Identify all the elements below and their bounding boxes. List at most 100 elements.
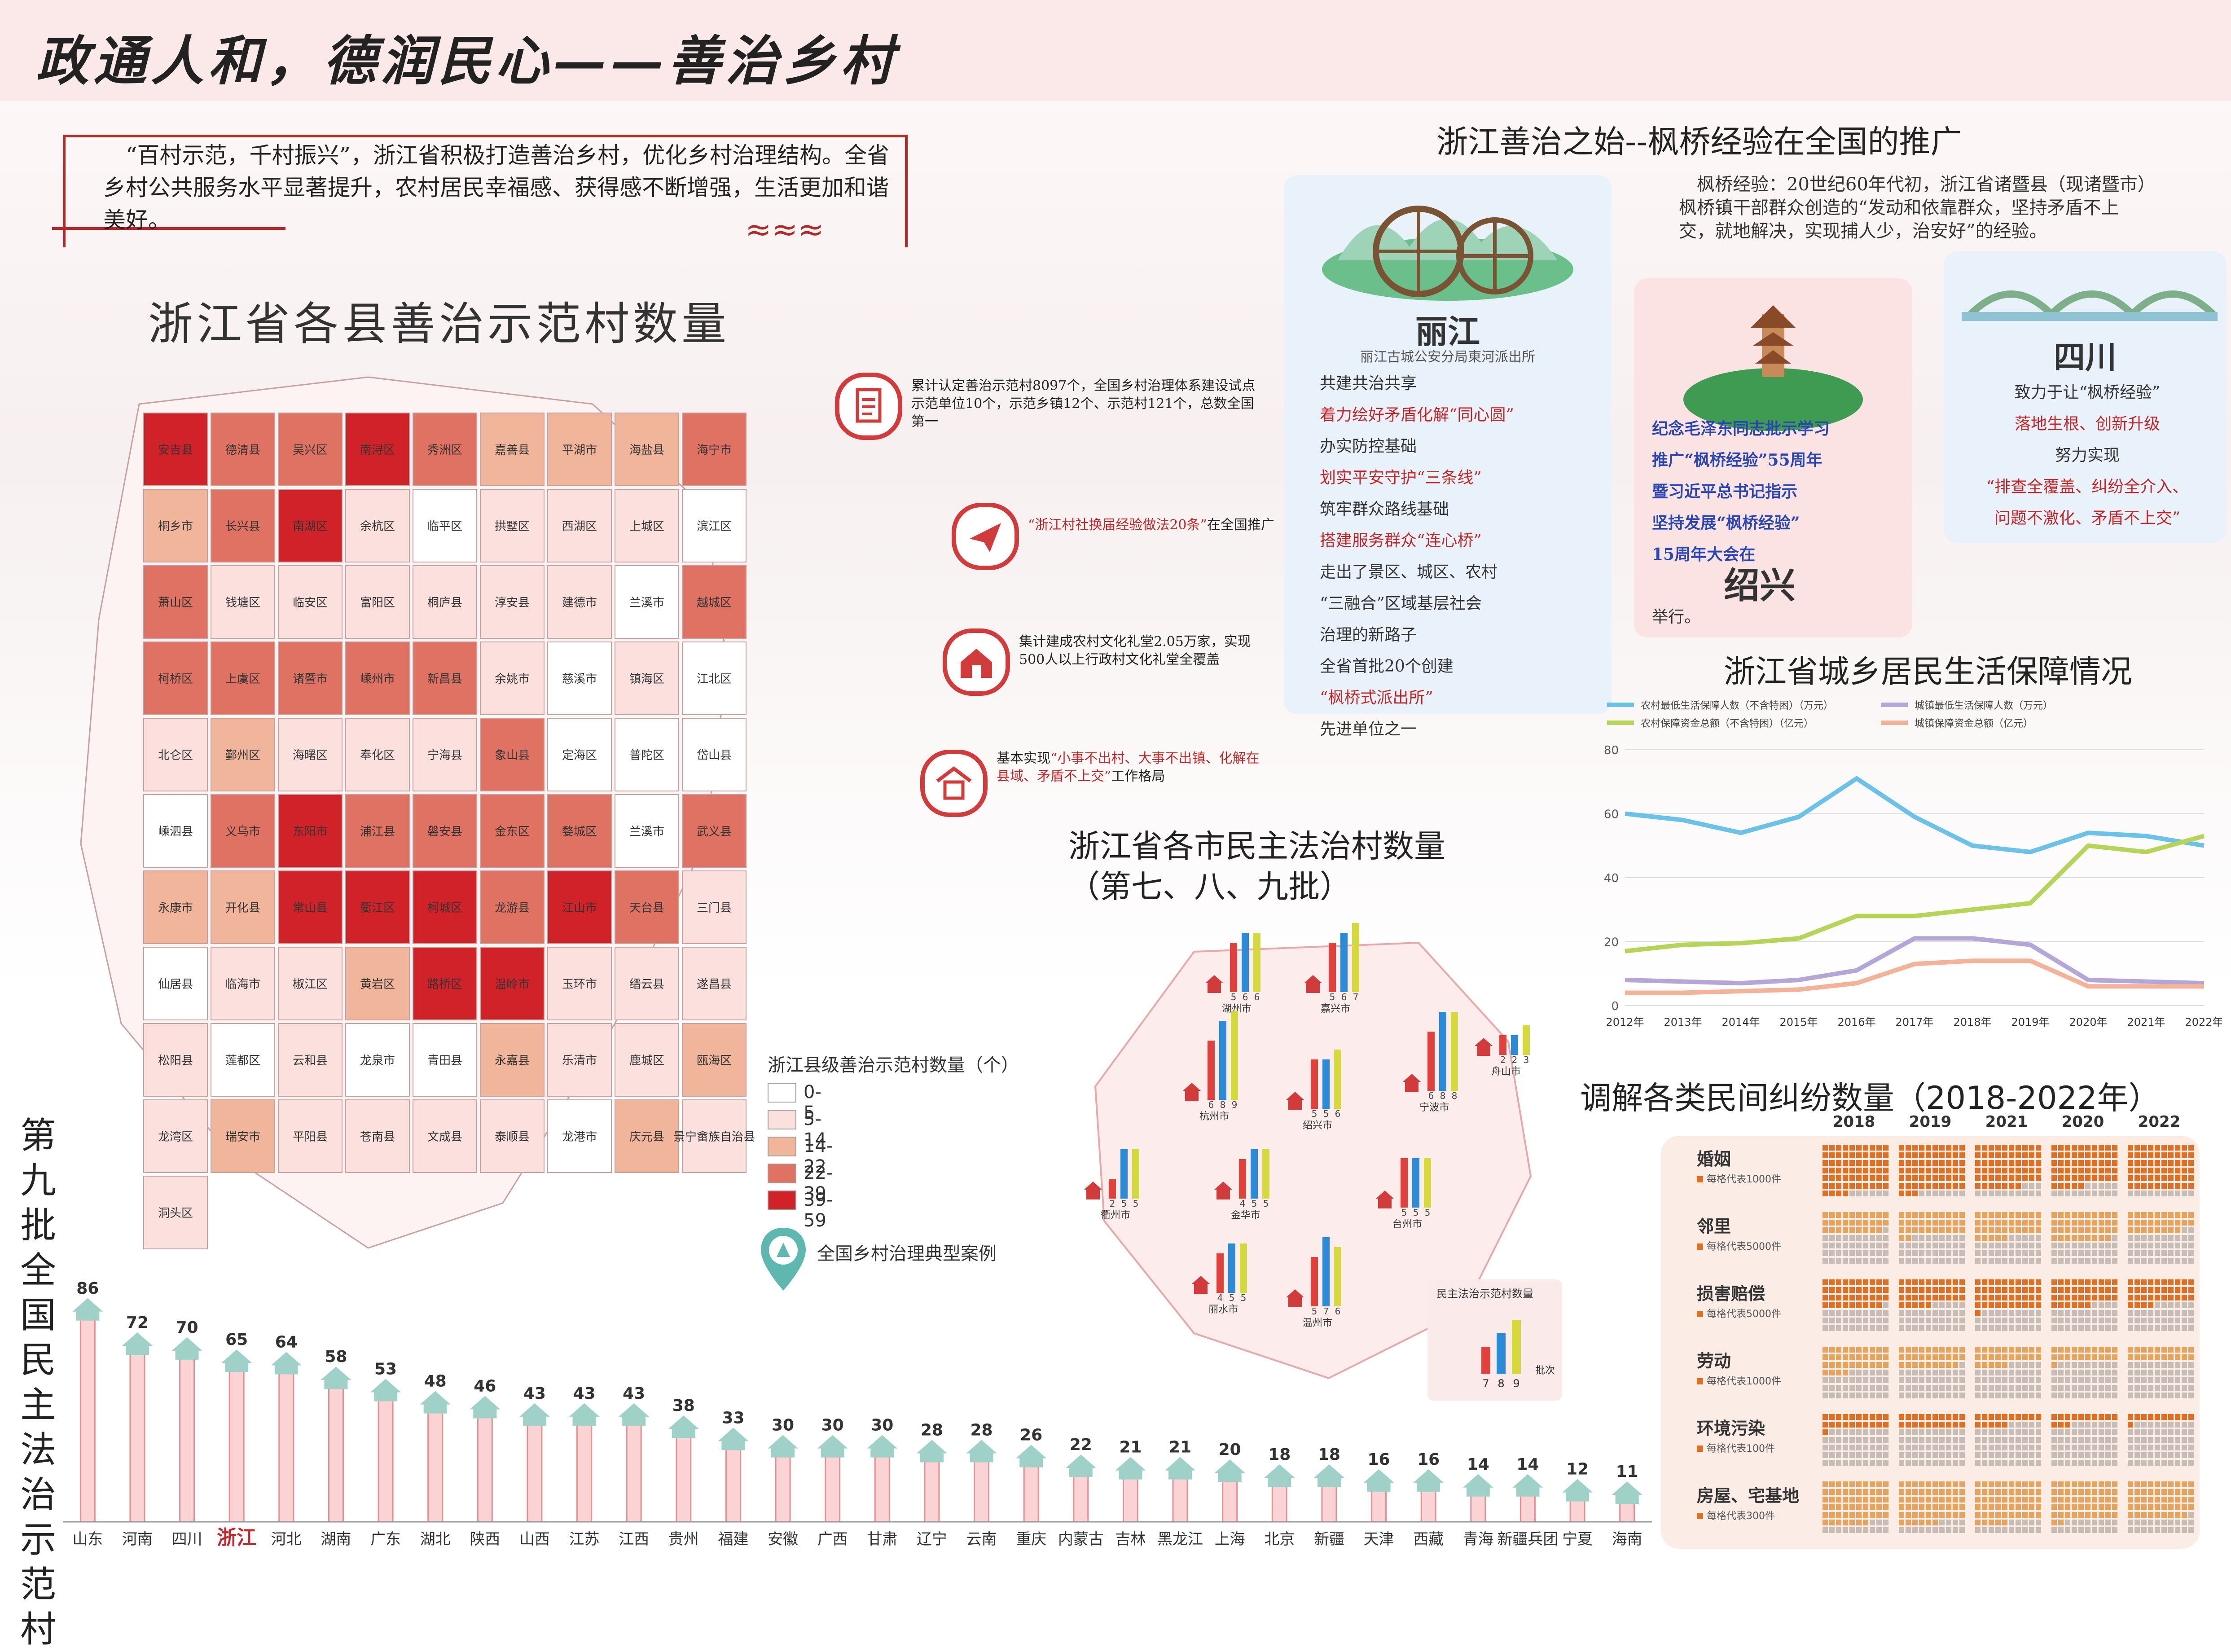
waffle-cell	[1912, 1429, 1918, 1435]
waffle-cell	[2009, 1145, 2014, 1151]
waffle-cell	[1829, 1250, 1835, 1256]
waffle-cell	[1919, 1250, 1924, 1256]
waffle-cell	[1899, 1183, 1904, 1189]
house-icon	[867, 1435, 898, 1458]
county-label: 开化县	[225, 901, 260, 915]
waffle-cell	[2029, 1152, 2034, 1158]
waffle-cell	[2002, 1220, 2007, 1226]
waffle-cell	[1883, 1489, 1888, 1495]
ninth-value-label: 58	[325, 1348, 347, 1366]
waffle-cell	[1829, 1422, 1835, 1428]
waffle-cell	[1836, 1354, 1841, 1360]
waffle-cell	[2065, 1183, 2070, 1189]
waffle-cell	[2029, 1220, 2034, 1226]
waffle-cell	[2105, 1414, 2111, 1420]
waffle-cell	[1982, 1512, 1987, 1518]
waffle-cell	[2141, 1183, 2147, 1189]
city-bar	[1334, 1050, 1341, 1109]
waffle-cell	[1995, 1370, 2001, 1375]
waffle-cell	[1906, 1445, 1911, 1450]
county-label: 黄岩区	[360, 978, 395, 991]
waffle-cell	[1876, 1370, 1882, 1375]
waffle-cell	[1870, 1437, 1875, 1443]
waffle-cell	[1856, 1429, 1862, 1435]
city-name: 嘉兴市	[1321, 1003, 1350, 1015]
waffle-cell	[1870, 1460, 1875, 1466]
waffle-cell	[2078, 1287, 2084, 1293]
waffle-cell	[2175, 1295, 2180, 1301]
city-bar	[1242, 933, 1249, 992]
waffle-cell	[1989, 1250, 1994, 1256]
waffle-cell	[2168, 1295, 2174, 1301]
waffle-cell	[2099, 1152, 2104, 1158]
waffle-cell	[1906, 1325, 1911, 1331]
waffle-cell	[2092, 1414, 2097, 1420]
waffle-cell	[2051, 1152, 2057, 1158]
waffle-cell	[1876, 1183, 1882, 1189]
waffle-cell	[2105, 1393, 2111, 1398]
waffle-cell	[2099, 1354, 2104, 1360]
waffle-cell	[2155, 1258, 2160, 1264]
waffle-cell	[2175, 1175, 2180, 1181]
waffle-cell	[2128, 1295, 2133, 1301]
waffle-cell	[1899, 1385, 1904, 1391]
waffle-cell	[1856, 1310, 1862, 1316]
waffle-cell	[1975, 1481, 1981, 1487]
waffle-cell	[2072, 1370, 2077, 1375]
waffle-cell	[2175, 1497, 2180, 1503]
waffle-cell	[1989, 1168, 1994, 1173]
waffle-cell	[1939, 1393, 1945, 1398]
waffle-cell	[1982, 1370, 1987, 1375]
waffle-cell	[2175, 1212, 2180, 1218]
waffle-cell	[2016, 1504, 2021, 1510]
waffle-cell	[2085, 1191, 2090, 1196]
waffle-cell	[1876, 1354, 1882, 1360]
waffle-cell	[2155, 1370, 2160, 1375]
waffle-cell	[1919, 1422, 1924, 1428]
waffle-cell	[2175, 1393, 2180, 1398]
waffle-cell	[2051, 1318, 2057, 1323]
waffle-cell	[1870, 1145, 1875, 1151]
waffle-cell	[1883, 1160, 1888, 1166]
waffle-cell	[1946, 1512, 1951, 1518]
waffle-cell	[2175, 1370, 2180, 1375]
waffle-cell	[2092, 1160, 2097, 1166]
waffle-cell	[1989, 1414, 1994, 1420]
waffle-cell	[2016, 1414, 2021, 1420]
waffle-cell	[2051, 1377, 2057, 1383]
waffle-cell	[1912, 1460, 1918, 1466]
waffle-cell	[1849, 1362, 1855, 1368]
waffle-cell	[1899, 1520, 1904, 1525]
county-label: 遂昌县	[697, 978, 732, 991]
waffle-cell	[2175, 1429, 2180, 1435]
x-tick-label: 2016年	[1837, 1016, 1875, 1028]
waffle-cell	[1870, 1295, 1875, 1301]
waffle-cell	[2002, 1481, 2007, 1487]
waffle-cell	[2078, 1227, 2084, 1233]
waffle-cell	[2155, 1377, 2160, 1383]
waffle-cell	[1975, 1295, 1981, 1301]
dispute-row-name: 邻里	[1697, 1216, 1731, 1236]
waffle-cell	[1946, 1152, 1951, 1158]
waffle-cell	[1829, 1452, 1835, 1458]
waffle-cell	[2182, 1145, 2187, 1151]
waffle-cell	[2168, 1520, 2174, 1525]
waffle-cell	[1863, 1212, 1868, 1218]
waffle-cell	[2058, 1212, 2064, 1218]
series-line-2	[1625, 834, 2205, 953]
waffle-cell	[1975, 1183, 1981, 1189]
waffle-cell	[1989, 1512, 1994, 1518]
waffle-cell	[2036, 1452, 2041, 1458]
waffle-cell	[2009, 1310, 2014, 1316]
waffle-cell	[2134, 1497, 2140, 1503]
waffle-cell	[1876, 1302, 1882, 1308]
waffle-cell	[2036, 1377, 2041, 1383]
waffle-cell	[1932, 1310, 1938, 1316]
waffle-cell	[2078, 1175, 2084, 1181]
city-bar-label: 5	[1121, 1198, 1127, 1209]
waffle-cell	[2058, 1452, 2064, 1458]
waffle-cell	[1883, 1497, 1888, 1503]
waffle-cell	[2029, 1347, 2034, 1353]
waffle-cell	[1836, 1227, 1841, 1233]
waffle-cell	[1829, 1325, 1835, 1331]
